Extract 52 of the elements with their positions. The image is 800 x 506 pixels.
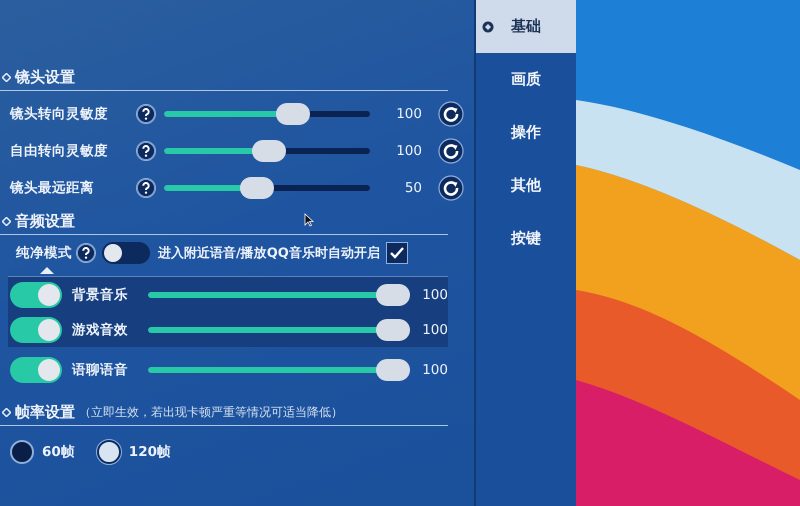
cursor-icon xyxy=(304,213,314,227)
checkmark-icon xyxy=(388,246,405,260)
toggle-switch[interactable] xyxy=(10,356,62,382)
setting-label: 纯净模式 xyxy=(16,244,72,262)
reset-icon[interactable] xyxy=(438,138,464,164)
slider-handle[interactable] xyxy=(376,284,410,306)
sidebar-tab[interactable]: 基础 xyxy=(476,0,576,53)
radio-label: 120帧 xyxy=(128,443,171,461)
diamond-icon xyxy=(2,408,11,417)
section-title: 帧率设置 xyxy=(15,403,75,422)
help-icon[interactable] xyxy=(136,178,156,198)
sidebar-tab[interactable]: 按键 xyxy=(476,212,576,265)
setting-label: 镜头最远距离 xyxy=(10,178,95,196)
slider-value: 100 xyxy=(395,142,422,158)
slider-value: 100 xyxy=(421,286,448,302)
radio-button[interactable] xyxy=(10,440,34,464)
diamond-icon xyxy=(2,73,11,82)
section-title: 音频设置 xyxy=(15,212,75,231)
slider-value: 100 xyxy=(421,322,448,338)
sidebar-tab[interactable]: 画质 xyxy=(476,53,576,106)
toggle-switch[interactable] xyxy=(102,242,150,264)
diamond-icon xyxy=(2,217,11,226)
pointer-icon xyxy=(40,267,54,274)
slider-value: 100 xyxy=(395,106,422,122)
section-note: （立即生效，若出现卡顿严重等情况可适当降低） xyxy=(79,404,343,421)
setting-label: 镜头转向灵敏度 xyxy=(10,104,109,122)
reset-icon[interactable] xyxy=(438,174,464,200)
sidebar-tab[interactable]: 操作 xyxy=(476,106,576,159)
slider-handle[interactable] xyxy=(376,318,410,340)
help-icon[interactable] xyxy=(136,104,156,124)
reset-icon[interactable] xyxy=(438,100,464,126)
setting-label: 自由转向灵敏度 xyxy=(10,142,109,160)
diamond-icon xyxy=(482,20,494,32)
setting-label: 语聊语音 xyxy=(72,360,129,378)
setting-label: 游戏音效 xyxy=(72,320,129,338)
help-icon[interactable] xyxy=(76,243,96,263)
slider-handle[interactable] xyxy=(276,102,310,124)
slider-handle[interactable] xyxy=(252,140,286,162)
radio-button[interactable] xyxy=(96,440,121,464)
slider-value: 50 xyxy=(404,180,422,196)
slider-handle[interactable] xyxy=(240,176,274,198)
toggle-switch[interactable] xyxy=(10,316,62,342)
sidebar-tab[interactable]: 其他 xyxy=(476,159,576,212)
help-icon[interactable] xyxy=(136,140,156,160)
setting-label: 背景音乐 xyxy=(72,286,129,304)
section-title: 镜头设置 xyxy=(15,68,75,87)
setting-label: 进入附近语音/播放QQ音乐时自动开启 xyxy=(158,244,380,262)
slider-value: 100 xyxy=(421,362,448,378)
slider-handle[interactable] xyxy=(376,358,410,380)
toggle-switch[interactable] xyxy=(10,282,62,308)
checkbox[interactable] xyxy=(386,242,408,264)
radio-label: 60帧 xyxy=(42,443,75,461)
